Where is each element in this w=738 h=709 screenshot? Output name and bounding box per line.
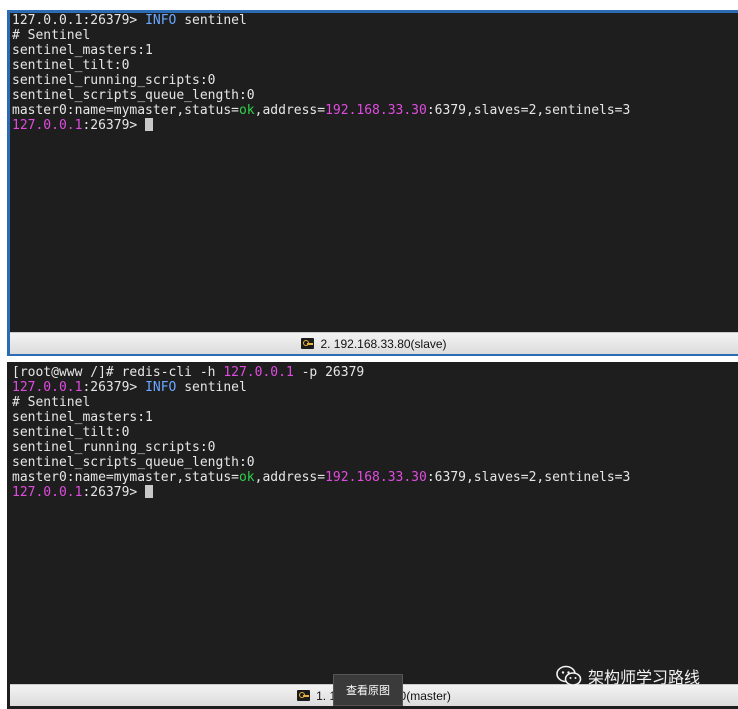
key-icon (297, 690, 311, 701)
terminal-pane-slave: 127.0.0.1:26379> INFO sentinel # Sentinel… (7, 10, 738, 356)
terminal-line: sentinel_running_scripts:0 (12, 73, 630, 88)
terminal-text: sentinel (176, 13, 247, 28)
terminal-text: master0:name=mymaster,status= (12, 103, 239, 118)
terminal-text: [root@www /]# redis-cli -h (12, 365, 224, 380)
terminal-line: sentinel_scripts_queue_length:0 (12, 88, 630, 103)
terminal-line: 127.0.0.1:26379> (12, 118, 630, 133)
tooltip-label: 查看原图 (346, 684, 390, 697)
terminal-text: 127.0.0.1 (12, 485, 83, 500)
terminal-line: sentinel_running_scripts:0 (12, 440, 630, 455)
terminal-pane-master: [root@www /]# redis-cli -h 127.0.0.1 -p … (7, 362, 738, 709)
terminal-text: INFO (145, 380, 177, 395)
terminal-text: INFO (145, 13, 177, 28)
terminal-line: 127.0.0.1:26379> INFO sentinel (12, 13, 630, 28)
terminal-text: sentinel_scripts_queue_length:0 (12, 88, 255, 103)
terminal-line: master0:name=mymaster,status=ok,address=… (12, 103, 630, 118)
terminal-text: sentinel_tilt:0 (12, 425, 130, 440)
terminal-text: 127.0.0.1 (12, 380, 83, 395)
session-label-slave: 2. 192.168.33.80(slave) (320, 336, 447, 351)
terminal-text: ,address= (254, 470, 326, 485)
terminal-line: [root@www /]# redis-cli -h 127.0.0.1 -p … (12, 365, 630, 380)
terminal-text: sentinel_scripts_queue_length:0 (12, 455, 255, 470)
terminal-text: :6379,slaves=2,sentinels=3 (426, 103, 631, 118)
terminal-line: 127.0.0.1:26379> INFO sentinel (12, 380, 630, 395)
terminal-text: 127.0.0.1:26379> (12, 13, 146, 28)
terminal-text: 192.168.33.30 (325, 470, 427, 485)
terminal-text: 127.0.0.1 (223, 365, 294, 380)
terminal-output-slave[interactable]: 127.0.0.1:26379> INFO sentinel # Sentinel… (10, 13, 738, 332)
terminal-line: sentinel_masters:1 (12, 43, 630, 58)
session-status-bar-slave[interactable]: 2. 192.168.33.80(slave) (10, 332, 738, 354)
terminal-line: sentinel_tilt:0 (12, 58, 630, 73)
terminal-text: sentinel_running_scripts:0 (12, 440, 216, 455)
terminal-cursor (145, 118, 154, 131)
key-icon (301, 338, 315, 349)
view-original-tooltip[interactable]: 查看原图 (333, 674, 403, 706)
terminal-text: ok (238, 103, 255, 118)
terminal-text: master0:name=mymaster,status= (12, 470, 239, 485)
terminal-text: ,address= (254, 103, 326, 118)
terminal-text: # Sentinel (12, 28, 91, 43)
terminal-text: sentinel_masters:1 (12, 410, 153, 425)
terminal-line: sentinel_scripts_queue_length:0 (12, 455, 630, 470)
terminal-text: ok (238, 470, 255, 485)
terminal-line: # Sentinel (12, 395, 630, 410)
terminal-line: # Sentinel (12, 28, 630, 43)
terminal-text: sentinel_running_scripts:0 (12, 73, 216, 88)
terminal-text: :26379> (82, 485, 146, 500)
wechat-icon (556, 665, 582, 686)
terminal-text: :26379> (82, 118, 146, 133)
terminal-lines: [root@www /]# redis-cli -h 127.0.0.1 -p … (12, 365, 630, 500)
terminal-line: sentinel_tilt:0 (12, 425, 630, 440)
terminal-text: 127.0.0.1 (12, 118, 83, 133)
terminal-cursor (145, 485, 154, 498)
terminal-text: :6379,slaves=2,sentinels=3 (426, 470, 631, 485)
terminal-text: -p 26379 (293, 365, 365, 380)
terminal-text: sentinel (176, 380, 247, 395)
terminal-text: sentinel_tilt:0 (12, 58, 130, 73)
terminal-text: 192.168.33.30 (325, 103, 427, 118)
terminal-output-master[interactable]: [root@www /]# redis-cli -h 127.0.0.1 -p … (10, 365, 738, 684)
terminal-text: sentinel_masters:1 (12, 43, 153, 58)
terminal-line: sentinel_masters:1 (12, 410, 630, 425)
terminal-line: 127.0.0.1:26379> (12, 485, 630, 500)
watermark-text: 架构师学习路线 (588, 668, 701, 687)
terminal-text: :26379> (82, 380, 146, 395)
terminal-line: master0:name=mymaster,status=ok,address=… (12, 470, 630, 485)
terminal-lines: 127.0.0.1:26379> INFO sentinel # Sentinel… (12, 13, 630, 133)
terminal-text: # Sentinel (12, 395, 91, 410)
watermark: 架构师学习路线 (556, 664, 700, 688)
